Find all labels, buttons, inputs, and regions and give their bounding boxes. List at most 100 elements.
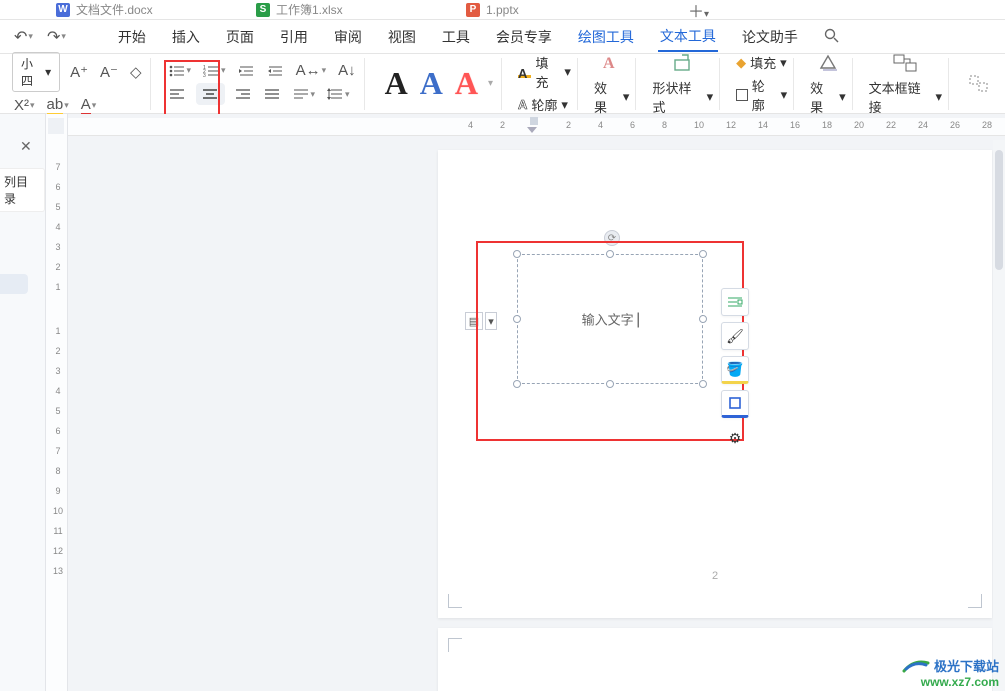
float-tool-brush[interactable]: 🖌 (721, 322, 749, 350)
ruler-v-mark: 11 (50, 526, 66, 536)
textbox-placeholder[interactable]: 输入文字 (582, 310, 639, 329)
textbox-link-button[interactable]: 文本框链接▾ (869, 78, 942, 116)
text-fill-button[interactable]: A填充▾ (518, 53, 571, 91)
highlight-button[interactable]: ab▾ (45, 96, 71, 116)
font-size-select[interactable]: 小四▾ (12, 52, 60, 92)
tab-ppt[interactable]: P 1.pptx (460, 0, 660, 20)
menu-thesis[interactable]: 论文助手 (740, 23, 800, 51)
vertical-scrollbar[interactable] (993, 140, 1005, 691)
shape-effect-icon[interactable] (815, 52, 841, 74)
shape-fill-group: ◆填充▾ 轮廓▾ (730, 58, 794, 110)
menu-member[interactable]: 会员专享 (494, 23, 554, 51)
resize-handle-l[interactable] (513, 315, 521, 323)
decrease-indent-button[interactable] (236, 64, 257, 78)
scrollbar-thumb[interactable] (995, 150, 1003, 270)
line-spacing-button[interactable]: ▾ (325, 87, 352, 101)
resize-handle-t[interactable] (606, 250, 614, 258)
align-right-button[interactable] (233, 87, 254, 101)
menu-review[interactable]: 审阅 (332, 23, 364, 51)
shape-outline-button[interactable]: 轮廓▾ (736, 76, 787, 114)
font-color-button[interactable]: A▾ (79, 96, 99, 116)
resize-handle-tr[interactable] (699, 250, 707, 258)
sort-button[interactable]: A↓ (336, 62, 358, 79)
distribute-button[interactable]: ▾ (291, 87, 318, 101)
shape-style-button[interactable]: 形状样式▾ (652, 78, 713, 116)
ruler-v-mark: 2 (50, 262, 66, 272)
ruler-corner (48, 118, 64, 134)
tab-ppt-label: 1.pptx (486, 3, 519, 17)
resize-handle-br[interactable] (699, 380, 707, 388)
decrease-font-button[interactable]: A⁻ (98, 63, 120, 81)
resize-handle-tl[interactable] (513, 250, 521, 258)
clear-format-button[interactable]: ◇ (128, 63, 144, 81)
resize-handle-bl[interactable] (513, 380, 521, 388)
align-center-button[interactable] (196, 83, 225, 105)
page-canvas[interactable]: 2 (438, 150, 992, 618)
page-corner-bl (448, 594, 462, 608)
floating-tool-panel: 🖌 🪣 ⚙ (721, 288, 751, 452)
menu-reference[interactable]: 引用 (278, 23, 310, 51)
align-justify-button[interactable] (262, 87, 283, 101)
menu-page[interactable]: 页面 (224, 23, 256, 51)
shape-style-icon[interactable] (670, 52, 696, 74)
increase-indent-button[interactable] (265, 64, 286, 78)
new-tab-button[interactable]: ＋▾ (680, 0, 717, 22)
menu-text-tools[interactable]: 文本工具 (658, 22, 718, 52)
ruler-h-mark: 10 (694, 120, 704, 130)
text-outline-button[interactable]: A轮廓▾ (518, 95, 568, 114)
text-effect-icon[interactable]: A (599, 52, 625, 74)
layout-options-button[interactable]: ▤ (465, 312, 483, 330)
text-effect-button[interactable]: 效果▾ (594, 78, 629, 116)
menu-start[interactable]: 开始 (116, 23, 148, 51)
left-panel-selection[interactable] (0, 274, 28, 294)
wordart-more[interactable]: ▾ (486, 78, 495, 89)
resize-handle-r[interactable] (699, 315, 707, 323)
superscript-button[interactable]: X²▾ (12, 97, 37, 114)
char-scale-button[interactable]: A↔▾ (294, 62, 329, 79)
document-area[interactable]: 42246810121416182022242628 2 ⟳ 输入文字 ▤ ▾ (68, 114, 1005, 691)
menu-draw-tools[interactable]: 绘图工具 (576, 23, 636, 51)
paragraph-group: ▾ 123▾ A↔▾ A↓ ▾ ▾ (161, 58, 365, 110)
float-tool-outline[interactable] (721, 390, 749, 418)
shape-effect-group: 效果▾ (804, 58, 852, 110)
increase-font-button[interactable]: A⁺ (68, 63, 90, 81)
numbering-button[interactable]: 123▾ (201, 64, 228, 78)
resize-handle-b[interactable] (606, 380, 614, 388)
text-effect-group: A 效果▾ (588, 58, 636, 110)
word-icon: W (56, 3, 70, 17)
align-left-button[interactable] (167, 87, 188, 101)
float-tool-fill[interactable]: 🪣 (721, 356, 749, 384)
redo-button[interactable]: ↷▾ (45, 27, 68, 47)
rotate-handle[interactable]: ⟳ (604, 230, 620, 246)
wordart-style-2[interactable]: A (416, 65, 447, 102)
wordart-style-3[interactable]: A (451, 65, 482, 102)
menu-view[interactable]: 视图 (386, 23, 418, 51)
bullets-button[interactable]: ▾ (167, 64, 194, 78)
shape-fill-button[interactable]: ◆填充▾ (736, 53, 787, 72)
tab-xls[interactable]: S 工作簿1.xlsx (250, 0, 460, 20)
menu-tools[interactable]: 工具 (440, 23, 472, 51)
ruler-v-mark: 5 (50, 202, 66, 212)
left-panel: ✕ 列目录 (0, 114, 46, 691)
ruler-h-mark: 14 (758, 120, 768, 130)
ruler-v-mark: 2 (50, 346, 66, 356)
selected-textbox[interactable]: 输入文字 (517, 254, 703, 384)
float-tool-layout[interactable] (721, 288, 749, 316)
textbox-link-icon[interactable] (890, 52, 920, 74)
tab-doc[interactable]: W 文档文件.docx (50, 0, 250, 20)
menu-insert[interactable]: 插入 (170, 23, 202, 51)
wordart-style-1[interactable]: A (381, 65, 412, 102)
search-icon (824, 28, 839, 43)
ruler-h-mark: 28 (982, 120, 992, 130)
undo-button[interactable]: ↶▾ (12, 27, 35, 47)
extra-group-icon[interactable] (965, 73, 993, 95)
excel-icon: S (256, 3, 270, 17)
shape-effect-button[interactable]: 效果▾ (810, 78, 845, 116)
menu-search[interactable] (822, 24, 841, 50)
layout-options-dropdown[interactable]: ▾ (485, 312, 497, 330)
close-panel-button[interactable]: ✕ (20, 138, 32, 155)
ribbon-toolbar: 小四▾ A⁺ A⁻ ◇ X²▾ ab▾ A▾ ▾ 123▾ A↔▾ A↓ ▾ ▾ (0, 54, 1005, 114)
toc-button[interactable]: 列目录 (0, 168, 45, 212)
float-tool-more[interactable]: ⚙ (721, 424, 749, 452)
ruler-v-mark: 6 (50, 426, 66, 436)
